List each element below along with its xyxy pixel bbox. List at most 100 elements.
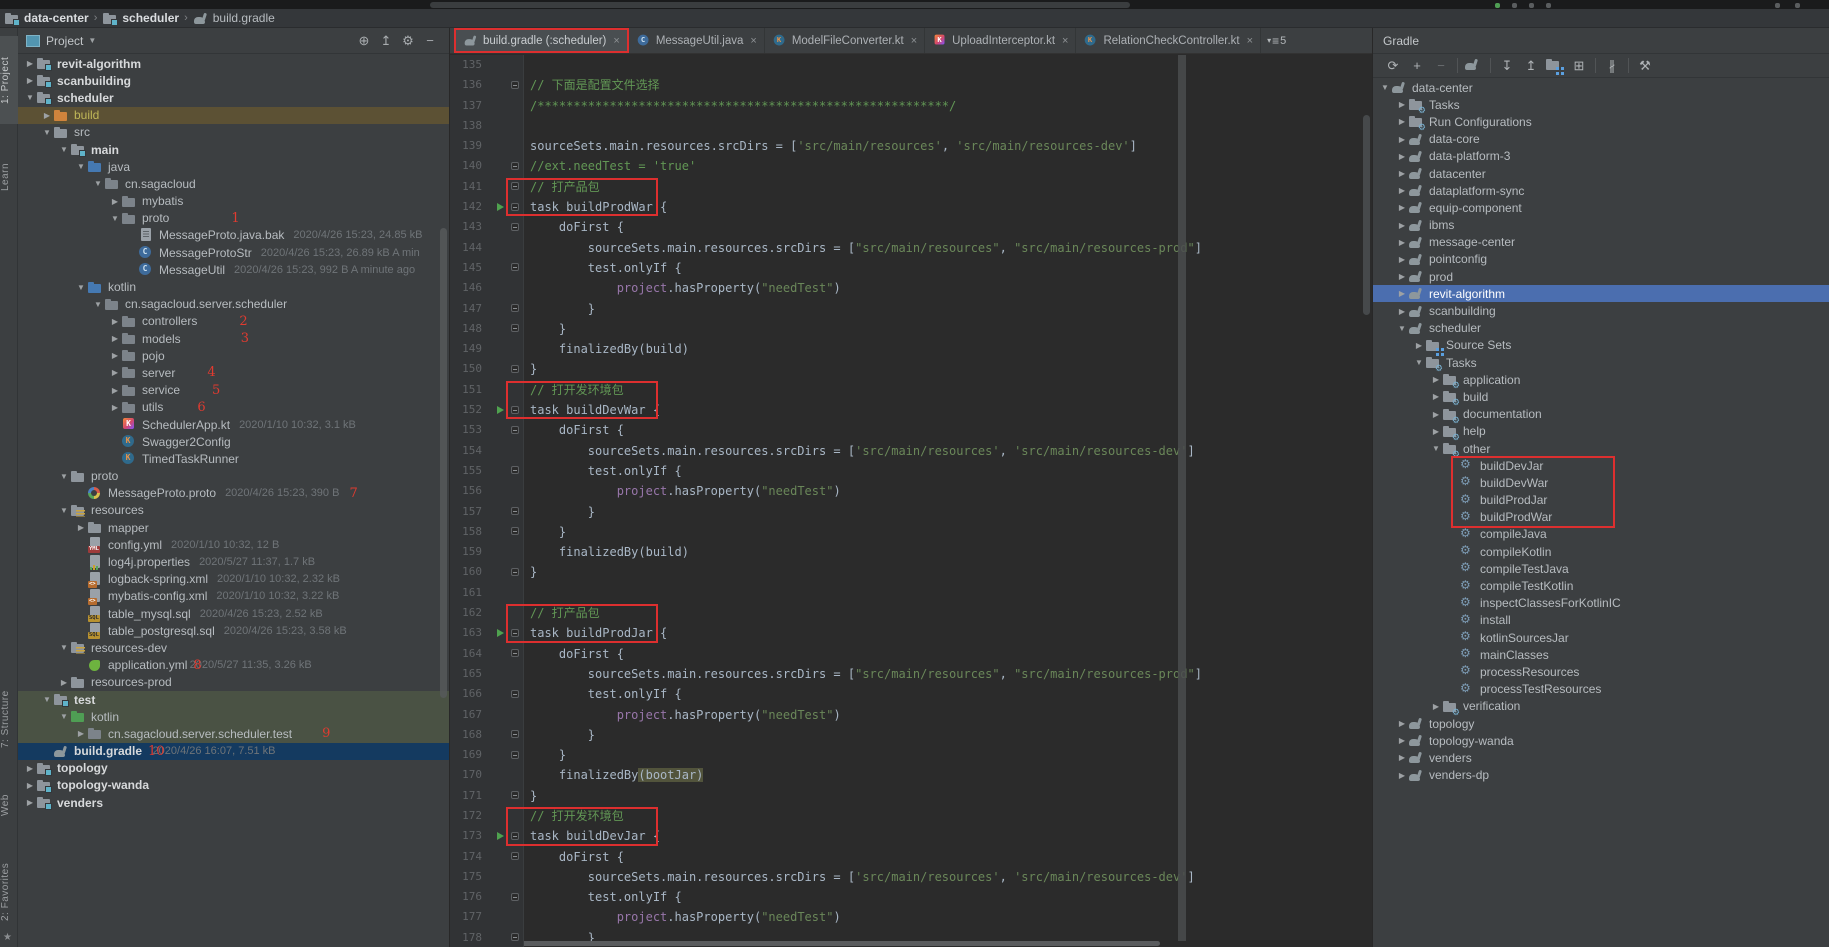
tree-toggle-arrow-icon[interactable]: ▶ [109, 317, 121, 326]
tree-toggle-arrow-icon[interactable]: ▶ [1430, 410, 1442, 419]
project-tree-row[interactable]: ▶cn.sagacloud.server.scheduler.test9 [18, 725, 449, 742]
project-tree-row[interactable]: ▼resources-dev [18, 639, 449, 656]
tree-toggle-arrow-icon[interactable]: ▶ [1396, 169, 1408, 178]
tree-toggle-arrow-icon[interactable]: ▼ [58, 712, 70, 721]
project-tree-row[interactable]: ▼main [18, 141, 449, 158]
gradle-task-row[interactable]: mainClasses [1373, 646, 1829, 663]
fold-marker-icon[interactable] [511, 791, 519, 799]
project-tree-row[interactable]: ▶revit-algorithm [18, 55, 449, 72]
project-tree-row[interactable]: ▼test [18, 691, 449, 708]
tree-toggle-arrow-icon[interactable]: ▶ [1413, 341, 1425, 350]
gradle-task-row[interactable]: compileTestJava [1373, 560, 1829, 577]
project-tree-scrollbar[interactable] [440, 228, 447, 698]
gradle-task-row[interactable]: buildProdWar [1373, 509, 1829, 526]
gradle-task-row[interactable]: ▶⚙documentation [1373, 406, 1829, 423]
project-tree-row[interactable]: MessageUtil2020/4/26 15:23, 992 B A minu… [18, 261, 449, 278]
tree-toggle-arrow-icon[interactable]: ▼ [24, 93, 36, 102]
tree-toggle-arrow-icon[interactable]: ▶ [24, 76, 36, 85]
gradle-task-row[interactable]: ▶⚙help [1373, 423, 1829, 440]
gradle-task-row[interactable]: ▶equip-component [1373, 199, 1829, 216]
editor-tab[interactable]: build.gradle (:scheduler)× [454, 28, 629, 53]
gradle-task-row[interactable]: compileTestKotlin [1373, 577, 1829, 594]
project-tree-row[interactable]: ▼cn.sagacloud.server.scheduler [18, 296, 449, 313]
remove-icon[interactable]: − [1429, 58, 1453, 73]
run-gradle-icon[interactable] [1462, 57, 1486, 75]
project-tree-row[interactable]: <>logback-spring.xml2020/1/10 10:32, 2.3… [18, 571, 449, 588]
gradle-task-row[interactable]: ▶topology-wanda [1373, 732, 1829, 749]
tree-toggle-arrow-icon[interactable]: ▼ [1379, 83, 1391, 92]
code-editor[interactable]: 135136// 下面是配置文件选择137/******************… [450, 55, 1372, 947]
tree-toggle-arrow-icon[interactable]: ▶ [1396, 203, 1408, 212]
project-tree-row[interactable]: ▶utils6 [18, 399, 449, 416]
gradle-task-tree[interactable]: ▼data-center▶⚙Tasks▶⚙Run Configurations▶… [1373, 79, 1829, 947]
editor-tab[interactable]: UploadInterceptor.kt× [925, 28, 1076, 53]
project-tree-row[interactable]: ▼cn.sagacloud [18, 175, 449, 192]
gradle-task-row[interactable]: ▼scheduler [1373, 320, 1829, 337]
run-icon[interactable] [1495, 3, 1500, 8]
tree-toggle-arrow-icon[interactable]: ▼ [58, 506, 70, 515]
tool-window-button--project[interactable]: 1: Project [0, 36, 18, 124]
project-tree-row[interactable]: SQLtable_postgresql.sql2020/4/26 15:23, … [18, 622, 449, 639]
project-tree-row[interactable]: ▶mybatis [18, 193, 449, 210]
project-tree-row[interactable]: ▼proto [18, 468, 449, 485]
gradle-task-row[interactable]: ▶⚙verification [1373, 698, 1829, 715]
fold-marker-icon[interactable] [511, 751, 519, 759]
gradle-task-row[interactable]: ▶datacenter [1373, 165, 1829, 182]
gradle-task-row[interactable]: buildProdJar [1373, 492, 1829, 509]
project-tree-row[interactable]: build.gradle102020/4/26 16:07, 7.51 kB [18, 743, 449, 760]
toolbar-icon[interactable] [1529, 3, 1534, 8]
gradle-task-row[interactable]: ▼⚙Tasks [1373, 354, 1829, 371]
tree-toggle-arrow-icon[interactable]: ▶ [1396, 238, 1408, 247]
refresh-icon[interactable]: ⟳ [1381, 58, 1405, 74]
run-task-gutter-icon[interactable] [497, 629, 504, 637]
fold-marker-icon[interactable] [511, 324, 519, 332]
tree-toggle-arrow-icon[interactable]: ▶ [41, 111, 53, 120]
project-tree-row[interactable]: application.yml82020/5/27 11:35, 3.26 kB [18, 657, 449, 674]
project-tree-row[interactable]: YMLconfig.yml2020/1/10 10:32, 12 B [18, 536, 449, 553]
project-tree-row[interactable]: SQLtable_mysql.sql2020/4/26 15:23, 2.52 … [18, 605, 449, 622]
gradle-task-row[interactable]: ▶pointconfig [1373, 251, 1829, 268]
run-task-gutter-icon[interactable] [497, 406, 504, 414]
close-tab-icon[interactable]: × [1247, 35, 1253, 47]
tree-toggle-arrow-icon[interactable]: ▶ [1396, 272, 1408, 281]
close-tab-icon[interactable]: × [1062, 35, 1068, 47]
fold-marker-icon[interactable] [511, 365, 519, 373]
tree-toggle-arrow-icon[interactable]: ▶ [109, 403, 121, 412]
gradle-task-row[interactable]: ▼⚙other [1373, 440, 1829, 457]
tree-toggle-arrow-icon[interactable]: ▶ [24, 798, 36, 807]
breadcrumb-item[interactable]: scheduler [122, 11, 179, 25]
project-tree-row[interactable]: ▼kotlin [18, 708, 449, 725]
tree-toggle-arrow-icon[interactable]: ▼ [41, 695, 53, 704]
tree-toggle-arrow-icon[interactable]: ▼ [58, 643, 70, 652]
tree-toggle-arrow-icon[interactable]: ▼ [75, 162, 87, 171]
tree-toggle-arrow-icon[interactable]: ▶ [1396, 117, 1408, 126]
project-tree-row[interactable]: ▼proto1 [18, 210, 449, 227]
project-tree-row[interactable]: ▶resources-prod [18, 674, 449, 691]
project-tree-row[interactable]: SchedulerApp.kt2020/1/10 10:32, 3.1 kB [18, 416, 449, 433]
tree-toggle-arrow-icon[interactable]: ▶ [109, 197, 121, 206]
tree-toggle-arrow-icon[interactable]: ▶ [58, 678, 70, 687]
tree-toggle-arrow-icon[interactable]: ▶ [1396, 221, 1408, 230]
project-tree-row[interactable]: ▼scheduler [18, 89, 449, 106]
tree-toggle-arrow-icon[interactable]: ▶ [1396, 135, 1408, 144]
tree-toggle-arrow-icon[interactable]: ▶ [1396, 771, 1408, 780]
tree-toggle-arrow-icon[interactable]: ▶ [109, 334, 121, 343]
tree-toggle-arrow-icon[interactable]: ▼ [1430, 444, 1442, 453]
project-tree-row[interactable]: ▼kotlin [18, 278, 449, 295]
tree-toggle-arrow-icon[interactable]: ▶ [1396, 719, 1408, 728]
gradle-task-row[interactable]: ▶revit-algorithm [1373, 285, 1829, 302]
project-tree-row[interactable]: ▶pojo [18, 347, 449, 364]
fold-marker-icon[interactable] [511, 568, 519, 576]
tree-toggle-arrow-icon[interactable]: ▼ [41, 128, 53, 137]
fold-marker-icon[interactable] [511, 81, 519, 89]
fold-marker-icon[interactable] [511, 832, 519, 840]
gradle-task-row[interactable]: ▶topology [1373, 715, 1829, 732]
editor-area[interactable]: build.gradle (:scheduler)×MessageUtil.ja… [450, 28, 1372, 947]
gradle-task-row[interactable]: ▶⚙Run Configurations [1373, 113, 1829, 130]
tree-toggle-arrow-icon[interactable]: ▶ [24, 781, 36, 790]
tree-toggle-arrow-icon[interactable]: ▼ [92, 179, 104, 188]
gradle-task-row[interactable]: ▶Source Sets [1373, 337, 1829, 354]
toggle-offline-icon[interactable]: ∦ [1600, 58, 1624, 74]
fold-marker-icon[interactable] [511, 933, 519, 941]
tree-toggle-arrow-icon[interactable]: ▶ [1396, 753, 1408, 762]
